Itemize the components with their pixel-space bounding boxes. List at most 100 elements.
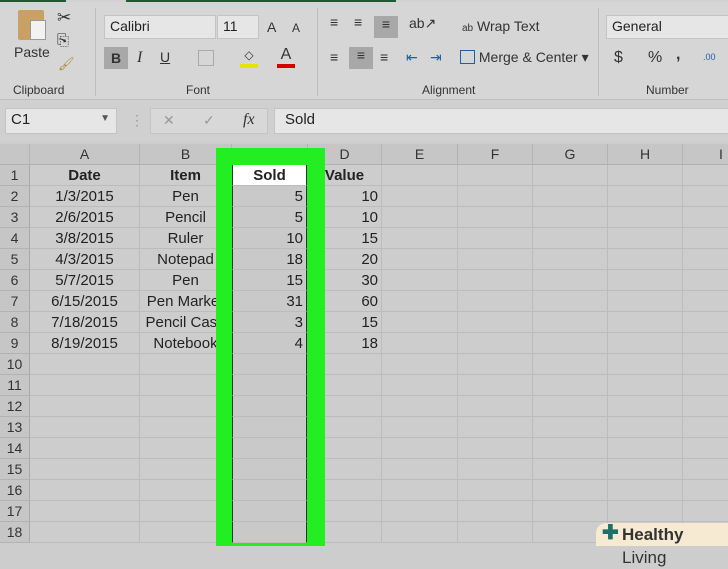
cell-i1[interactable] (683, 165, 728, 186)
cell-e1[interactable] (382, 165, 458, 186)
cell-c17[interactable] (232, 501, 307, 522)
cell-c3[interactable]: 5 (232, 207, 307, 228)
cell-c10[interactable] (232, 354, 307, 375)
borders-icon[interactable] (198, 50, 214, 66)
cell-h8[interactable] (608, 312, 683, 333)
cell-c11[interactable] (232, 375, 307, 396)
row-header-5[interactable]: 5 (0, 249, 30, 270)
cell-h13[interactable] (608, 417, 683, 438)
cell-f12[interactable] (458, 396, 533, 417)
row-header-9[interactable]: 9 (0, 333, 30, 354)
enter-icon[interactable]: ✓ (203, 112, 215, 129)
cell-i5[interactable] (683, 249, 728, 270)
row-header-10[interactable]: 10 (0, 354, 30, 375)
cell-f17[interactable] (458, 501, 533, 522)
cell-e15[interactable] (382, 459, 458, 480)
italic-button[interactable]: I (137, 49, 142, 67)
cell-f9[interactable] (458, 333, 533, 354)
cell-c4[interactable]: 10 (232, 228, 307, 249)
row-header-8[interactable]: 8 (0, 312, 30, 333)
row-header-15[interactable]: 15 (0, 459, 30, 480)
cell-g10[interactable] (533, 354, 608, 375)
row-header-3[interactable]: 3 (0, 207, 30, 228)
cell-a1[interactable]: Date (30, 165, 140, 186)
cell-i17[interactable] (683, 501, 728, 522)
cell-f2[interactable] (458, 186, 533, 207)
cell-i7[interactable] (683, 291, 728, 312)
cell-h11[interactable] (608, 375, 683, 396)
cell-h12[interactable] (608, 396, 683, 417)
cell-i2[interactable] (683, 186, 728, 207)
align-center-icon[interactable]: ≡ (349, 47, 373, 69)
cell-c12[interactable] (232, 396, 307, 417)
cell-h2[interactable] (608, 186, 683, 207)
cell-c16[interactable] (232, 480, 307, 501)
row-header-12[interactable]: 12 (0, 396, 30, 417)
cell-i16[interactable] (683, 480, 728, 501)
cell-e6[interactable] (382, 270, 458, 291)
cell-h3[interactable] (608, 207, 683, 228)
cell-a17[interactable] (30, 501, 140, 522)
cell-e17[interactable] (382, 501, 458, 522)
row-header-13[interactable]: 13 (0, 417, 30, 438)
cell-h14[interactable] (608, 438, 683, 459)
cell-a12[interactable] (30, 396, 140, 417)
cell-a16[interactable] (30, 480, 140, 501)
currency-button[interactable]: $ (614, 49, 623, 67)
font-name-dropdown[interactable]: Calibri (104, 15, 216, 39)
row-header-18[interactable]: 18 (0, 522, 30, 543)
font-size-dropdown[interactable]: 11 (217, 15, 259, 39)
cell-i11[interactable] (683, 375, 728, 396)
cell-f7[interactable] (458, 291, 533, 312)
bold-button[interactable]: B (104, 47, 128, 69)
cell-h1[interactable] (608, 165, 683, 186)
cell-i3[interactable] (683, 207, 728, 228)
cell-a10[interactable] (30, 354, 140, 375)
column-header-h[interactable]: H (608, 144, 683, 165)
cell-c1[interactable]: Sold (232, 165, 307, 186)
number-format-dropdown[interactable]: General (606, 15, 728, 39)
row-header-2[interactable]: 2 (0, 186, 30, 207)
cell-i8[interactable] (683, 312, 728, 333)
cell-e12[interactable] (382, 396, 458, 417)
cell-a3[interactable]: 2/6/2015 (30, 207, 140, 228)
cell-g9[interactable] (533, 333, 608, 354)
cell-e16[interactable] (382, 480, 458, 501)
cell-h7[interactable] (608, 291, 683, 312)
cell-a11[interactable] (30, 375, 140, 396)
cell-g7[interactable] (533, 291, 608, 312)
cell-a9[interactable]: 8/19/2015 (30, 333, 140, 354)
orientation-icon[interactable]: ab↗ (409, 15, 436, 32)
cell-g12[interactable] (533, 396, 608, 417)
cell-g13[interactable] (533, 417, 608, 438)
align-right-icon[interactable]: ≡ (380, 49, 388, 65)
cell-h4[interactable] (608, 228, 683, 249)
cancel-icon[interactable]: ✕ (163, 112, 175, 129)
cell-c15[interactable] (232, 459, 307, 480)
cell-h9[interactable] (608, 333, 683, 354)
cell-e9[interactable] (382, 333, 458, 354)
column-header-f[interactable]: F (458, 144, 533, 165)
cell-f15[interactable] (458, 459, 533, 480)
cell-i6[interactable] (683, 270, 728, 291)
underline-button[interactable]: U (160, 49, 170, 65)
row-header-14[interactable]: 14 (0, 438, 30, 459)
cell-e14[interactable] (382, 438, 458, 459)
decrease-indent-icon[interactable]: ⇤ (406, 49, 418, 66)
row-header-4[interactable]: 4 (0, 228, 30, 249)
row-header-7[interactable]: 7 (0, 291, 30, 312)
cell-a15[interactable] (30, 459, 140, 480)
cell-f5[interactable] (458, 249, 533, 270)
cell-a14[interactable] (30, 438, 140, 459)
fill-color-icon[interactable]: ◇ (240, 48, 258, 68)
cell-g16[interactable] (533, 480, 608, 501)
cell-e18[interactable] (382, 522, 458, 543)
decrease-font-icon[interactable]: A (292, 21, 300, 35)
cell-g6[interactable] (533, 270, 608, 291)
cell-e7[interactable] (382, 291, 458, 312)
cell-a13[interactable] (30, 417, 140, 438)
cell-g4[interactable] (533, 228, 608, 249)
cell-e4[interactable] (382, 228, 458, 249)
cell-a8[interactable]: 7/18/2015 (30, 312, 140, 333)
merge-center-button[interactable]: Merge & Center ▾ (460, 49, 589, 66)
